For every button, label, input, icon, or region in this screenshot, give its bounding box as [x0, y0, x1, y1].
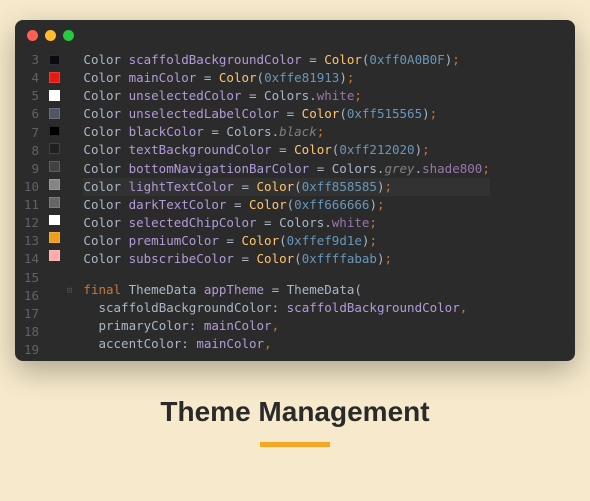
code-line: Color subscribeColor = Color(0xffffabab)…	[83, 250, 489, 268]
code-line: Color unselectedColor = Colors.white;	[83, 87, 489, 105]
line-number: 13	[23, 232, 39, 250]
code-line: scaffoldBackgroundColor: scaffoldBackgro…	[83, 299, 489, 317]
color-swatch	[49, 90, 60, 101]
code-line: Color selectedChipColor = Colors.white;	[83, 214, 489, 232]
code-area: 345678910111213141516171819 ⊟ Color scaf…	[15, 51, 575, 361]
code-editor-window: 345678910111213141516171819 ⊟ Color scaf…	[15, 20, 575, 361]
fold-marker	[67, 246, 72, 264]
fold-marker	[67, 211, 72, 229]
minimize-icon[interactable]	[45, 30, 56, 41]
line-number: 6	[23, 105, 39, 123]
fold-marker	[67, 335, 72, 353]
maximize-icon[interactable]	[63, 30, 74, 41]
code-line: primaryColor: mainColor,	[83, 317, 489, 335]
fold-marker	[67, 51, 72, 69]
line-number: 3	[23, 51, 39, 69]
code-line: Color darkTextColor = Color(0xff666666);	[83, 196, 489, 214]
color-swatch	[49, 126, 60, 137]
code-line: Color unselectedLabelColor = Color(0xff5…	[83, 105, 489, 123]
fold-marker	[67, 300, 72, 318]
section-heading: Theme Management	[160, 396, 429, 428]
line-number: 10	[23, 178, 39, 196]
fold-marker	[67, 158, 72, 176]
color-swatch	[49, 143, 60, 154]
fold-marker[interactable]: ⊟	[67, 282, 72, 300]
code-line	[83, 268, 489, 281]
line-number: 18	[23, 323, 39, 341]
code-line: final ThemeData appTheme = ThemeData(	[83, 281, 489, 299]
line-number-gutter: 345678910111213141516171819	[15, 51, 45, 353]
code-line: Color premiumColor = Color(0xffef9d1e);	[83, 232, 489, 250]
code-line: Color blackColor = Colors.black;	[83, 123, 489, 141]
code-line: Color bottomNavigationBarColor = Colors.…	[83, 160, 489, 178]
line-number: 9	[23, 160, 39, 178]
color-swatch	[49, 161, 60, 172]
fold-marker	[67, 104, 72, 122]
fold-gutter: ⊟	[64, 51, 75, 353]
color-swatch	[49, 197, 60, 208]
code-line: Color lightTextColor = Color(0xff858585)…	[83, 178, 489, 196]
line-number: 12	[23, 214, 39, 232]
fold-marker	[67, 175, 72, 193]
code-content[interactable]: Color scaffoldBackgroundColor = Color(0x…	[75, 51, 497, 353]
close-icon[interactable]	[27, 30, 38, 41]
line-number: 11	[23, 196, 39, 214]
color-swatch	[49, 108, 60, 119]
color-swatch	[49, 72, 60, 83]
fold-marker	[67, 122, 72, 140]
code-line: Color mainColor = Color(0xffe81913);	[83, 69, 489, 87]
titlebar	[15, 20, 575, 51]
color-swatch	[49, 179, 60, 190]
line-number: 15	[23, 269, 39, 287]
color-swatch	[49, 215, 60, 226]
line-number: 4	[23, 69, 39, 87]
line-number: 8	[23, 142, 39, 160]
color-swatch	[49, 55, 60, 66]
code-line: accentColor: mainColor,	[83, 335, 489, 353]
line-number: 14	[23, 250, 39, 268]
fold-marker	[67, 229, 72, 247]
line-number: 5	[23, 87, 39, 105]
code-line: Color textBackgroundColor = Color(0xff21…	[83, 141, 489, 159]
color-swatch-gutter	[45, 51, 64, 353]
code-line: Color scaffoldBackgroundColor = Color(0x…	[83, 51, 489, 69]
fold-marker	[67, 69, 72, 87]
fold-marker	[67, 264, 72, 282]
line-number: 17	[23, 305, 39, 323]
line-number: 16	[23, 287, 39, 305]
line-number: 19	[23, 341, 39, 359]
color-swatch	[49, 232, 60, 243]
fold-marker	[67, 140, 72, 158]
heading-underline	[260, 442, 330, 447]
fold-marker	[67, 318, 72, 336]
color-swatch	[49, 250, 60, 261]
fold-marker	[67, 193, 72, 211]
line-number: 7	[23, 124, 39, 142]
fold-marker	[67, 87, 72, 105]
